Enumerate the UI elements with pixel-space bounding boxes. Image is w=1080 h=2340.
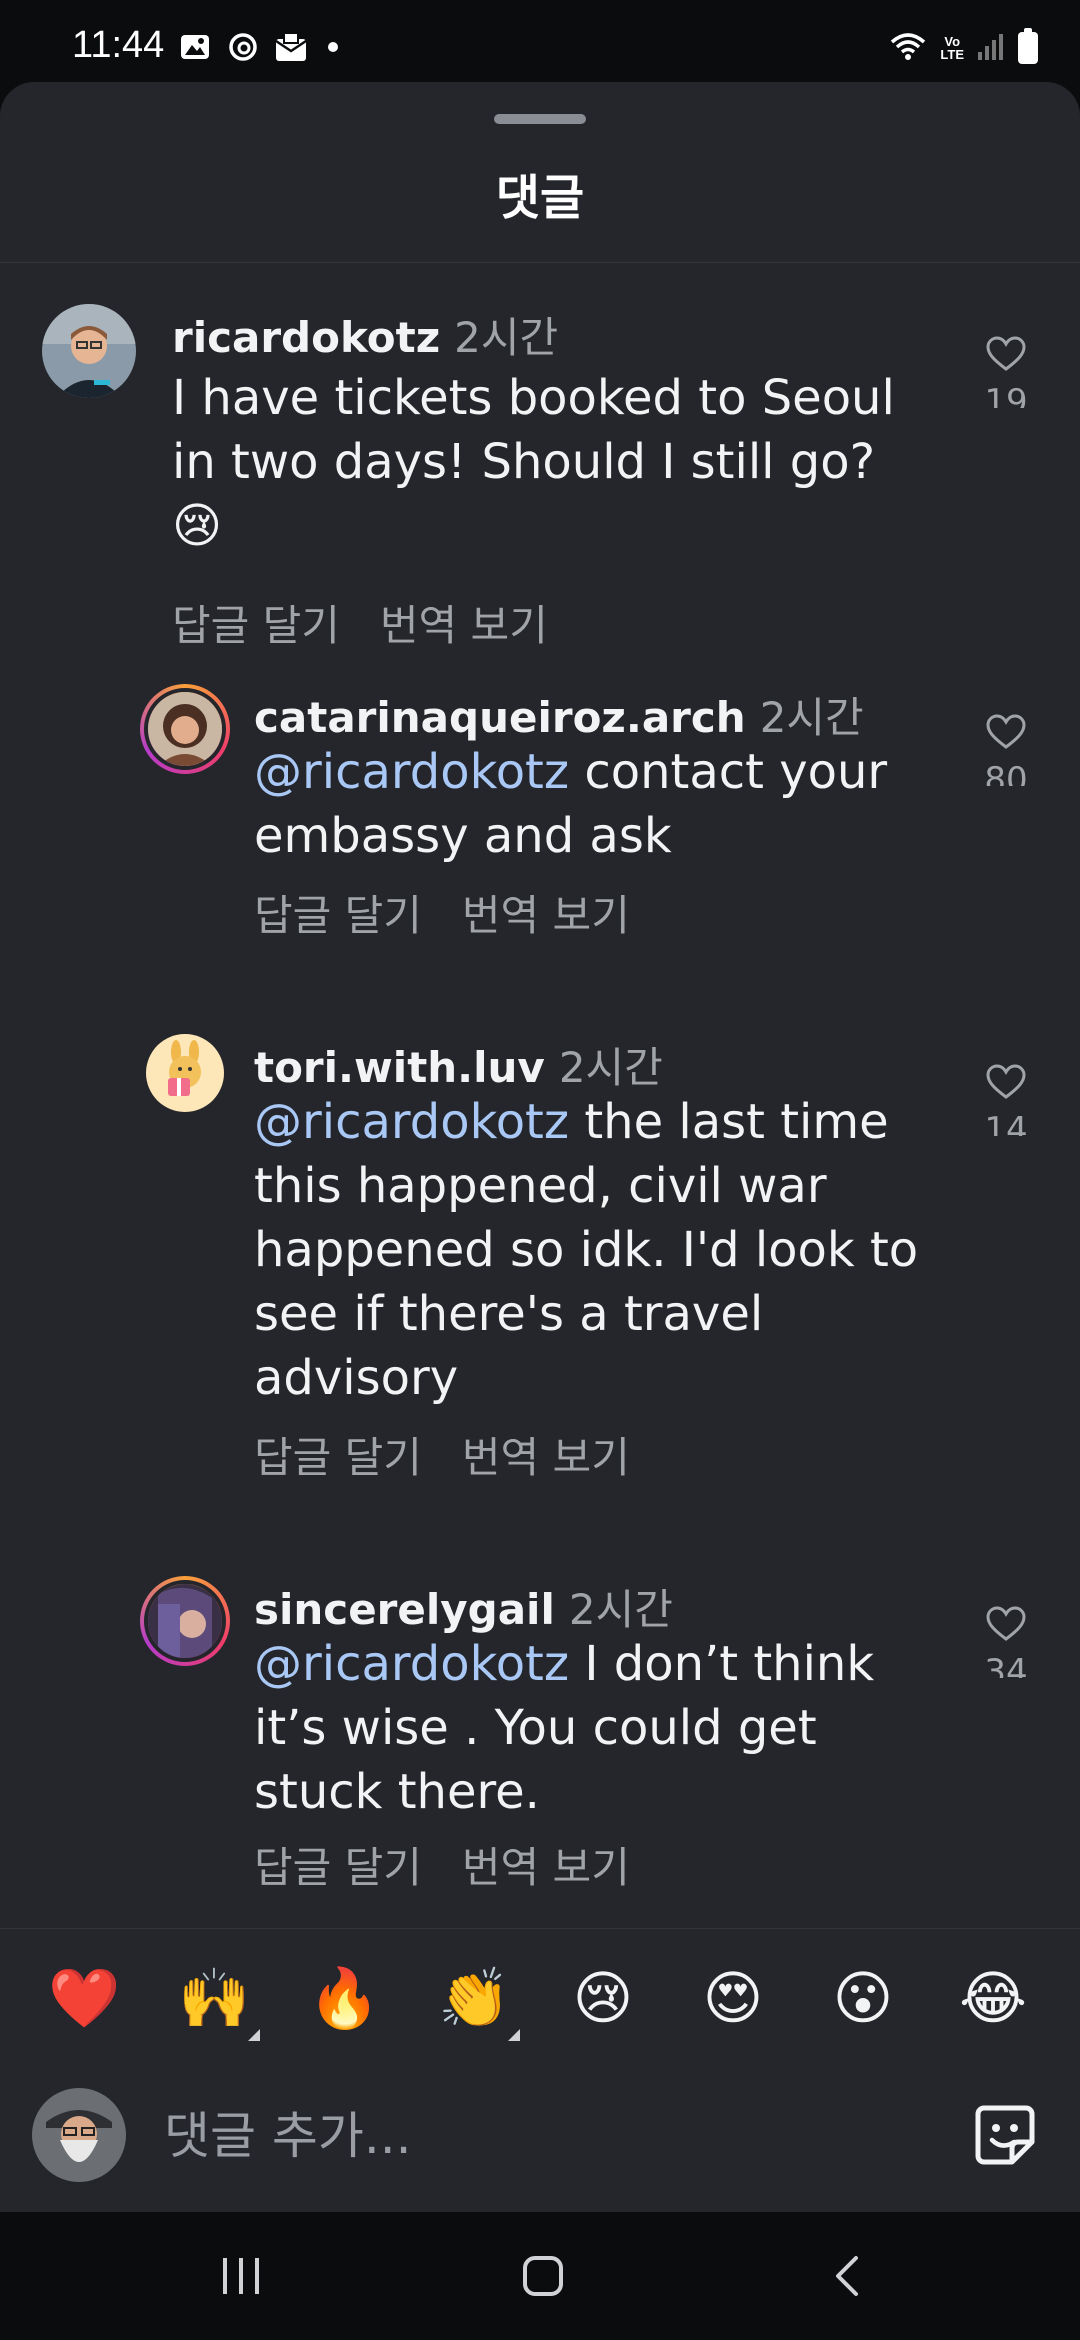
see-translation-button[interactable]: 번역 보기 — [462, 891, 630, 940]
comment-actions: 답글 달기 번역 보기 — [254, 882, 630, 943]
like-count: 19 — [984, 382, 1028, 408]
comment-actions: 답글 달기 번역 보기 — [254, 1834, 630, 1895]
mail-icon — [274, 30, 308, 64]
avatar[interactable] — [140, 684, 230, 774]
sheet-drag-handle[interactable] — [494, 114, 586, 124]
username[interactable]: tori.with.luv — [254, 1043, 545, 1092]
recent-apps-icon — [223, 2258, 259, 2294]
emoji-raised-hands[interactable]: 🙌 — [178, 1963, 260, 2041]
avatar[interactable] — [146, 1034, 224, 1112]
timestamp: 2시간 — [558, 1043, 663, 1092]
heart-outline-icon — [986, 1064, 1026, 1099]
signal-icon — [976, 30, 1006, 66]
see-translation-button[interactable]: 번역 보기 — [462, 1843, 630, 1892]
header-divider — [0, 262, 1080, 263]
comment-actions: 답글 달기 번역 보기 — [254, 1424, 630, 1485]
reply-button[interactable]: 답글 달기 — [254, 891, 422, 940]
back-icon — [836, 2256, 858, 2296]
timestamp: 2시간 — [568, 1585, 673, 1634]
username[interactable]: ricardokotz — [172, 313, 440, 362]
back-button[interactable] — [812, 2246, 882, 2306]
more-notifications-dot — [328, 42, 338, 52]
reply-button[interactable]: 답글 달기 — [172, 601, 340, 650]
avatar[interactable] — [42, 304, 136, 398]
like-button[interactable]: 80 — [966, 714, 1046, 786]
emoji-heart[interactable]: ❤️ — [48, 1963, 120, 2033]
comment-composer — [0, 2058, 1080, 2212]
like-button[interactable]: 34 — [966, 1606, 1046, 1678]
volte-label: Vo LTE — [940, 34, 964, 62]
like-count: 80 — [984, 760, 1028, 786]
reply-item: tori.with.luv 2시간 @ricardokotz the last t… — [0, 1034, 1080, 1576]
status-bar: 11:44 Vo LTE — [0, 0, 1080, 84]
username[interactable]: sincerelygail — [254, 1585, 555, 1634]
see-translation-button[interactable]: 번역 보기 — [462, 1433, 630, 1482]
comment-header: tori.with.luv 2시간 — [254, 1034, 663, 1095]
status-time: 11:44 — [72, 24, 165, 66]
avatar[interactable] — [140, 1576, 230, 1666]
sticker-button[interactable] — [972, 2102, 1038, 2168]
sheet-title: 댓글 — [495, 170, 585, 226]
gallery-icon — [178, 30, 212, 64]
recent-apps-button[interactable] — [206, 2246, 276, 2306]
emoji-quick-bar: ❤️ 🙌 🔥 👏 😢 😍 😮 😂 — [0, 1928, 1080, 2059]
comment-header: ricardokotz 2시간 — [172, 304, 558, 365]
comment-text: @ricardokotz contact your embassy and as… — [254, 744, 888, 864]
like-button[interactable]: 19 — [966, 336, 1046, 408]
comment-input[interactable] — [162, 2102, 926, 2170]
system-icons: Vo LTE — [888, 28, 1038, 66]
sticker-icon — [975, 2105, 1035, 2165]
like-count: 34 — [984, 1652, 1028, 1678]
system-nav-bar — [0, 2212, 1080, 2340]
mention-link[interactable]: @ricardokotz — [254, 744, 569, 800]
mention-link[interactable]: @ricardokotz — [254, 1094, 569, 1150]
heart-outline-icon — [986, 336, 1026, 371]
comments-list[interactable]: ricardokotz 2시간 I have tickets booked to … — [0, 264, 1080, 2010]
heart-outline-icon — [986, 1606, 1026, 1641]
username[interactable]: catarinaqueiroz.arch — [254, 693, 746, 742]
like-button[interactable]: 14 — [966, 1064, 1046, 1136]
emoji-crying-face[interactable]: 😢 — [568, 1963, 638, 2033]
emoji-laughing-tears[interactable]: 😂 — [958, 1963, 1028, 2033]
timestamp: 2시간 — [759, 693, 864, 742]
heart-outline-icon — [986, 714, 1026, 749]
battery-icon — [1018, 28, 1038, 64]
comment-item: ricardokotz 2시간 I have tickets booked to … — [0, 264, 1080, 684]
reply-button[interactable]: 답글 달기 — [254, 1433, 422, 1482]
reply-button[interactable]: 답글 달기 — [254, 1843, 422, 1892]
comment-header: catarinaqueiroz.arch 2시간 — [254, 684, 864, 745]
wifi-icon — [888, 30, 928, 66]
home-button[interactable] — [508, 2246, 578, 2306]
emoji-surprised-face[interactable]: 😮 — [828, 1963, 898, 2033]
emoji-heart-eyes[interactable]: 😍 — [698, 1963, 768, 2033]
see-translation-button[interactable]: 번역 보기 — [380, 601, 548, 650]
comments-sheet: 댓글 ricardokotz 2시간 I have tickets booked … — [0, 82, 1080, 2212]
emoji-clapping-hands[interactable]: 👏 — [438, 1963, 520, 2041]
reply-item: catarinaqueiroz.arch 2시간 @ricardokotz con… — [0, 684, 1080, 1034]
home-icon — [523, 2256, 563, 2296]
threads-icon — [226, 30, 260, 64]
comment-header: sincerelygail 2시간 — [254, 1576, 673, 1637]
comment-text: @ricardokotz I don’t think it’s wise . Y… — [254, 1636, 875, 1820]
my-avatar — [32, 2088, 126, 2182]
timestamp: 2시간 — [454, 313, 559, 362]
like-count: 14 — [984, 1110, 1028, 1136]
notification-icons — [178, 30, 338, 64]
mention-link[interactable]: @ricardokotz — [254, 1636, 569, 1692]
comment-text: I have tickets booked to Seoul in two da… — [172, 370, 895, 554]
comment-text: @ricardokotz the last time this happened… — [254, 1094, 919, 1406]
emoji-fire[interactable]: 🔥 — [308, 1963, 380, 2033]
comment-actions: 답글 달기 번역 보기 — [172, 592, 548, 653]
